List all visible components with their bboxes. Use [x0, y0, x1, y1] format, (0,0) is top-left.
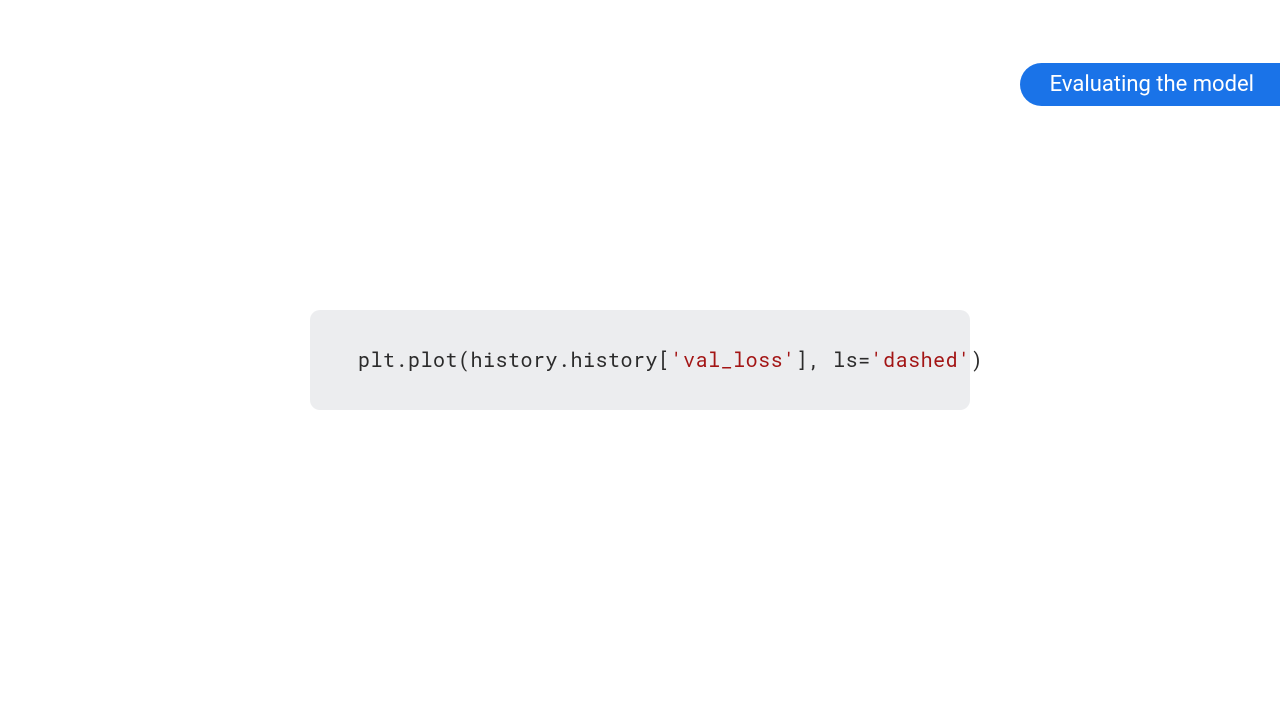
code-segment: ], ls=: [796, 347, 871, 373]
code-block: plt.plot(history.history['val_loss'], ls…: [310, 310, 970, 410]
code-string-literal: 'dashed': [871, 347, 971, 373]
code-line: plt.plot(history.history['val_loss'], ls…: [358, 347, 983, 373]
badge-label: Evaluating the model: [1050, 72, 1254, 97]
section-badge: Evaluating the model: [1020, 63, 1280, 106]
code-segment: plt.plot(history.history[: [358, 347, 671, 373]
code-string-literal: 'val_loss': [671, 347, 796, 373]
code-segment: ): [971, 347, 984, 373]
